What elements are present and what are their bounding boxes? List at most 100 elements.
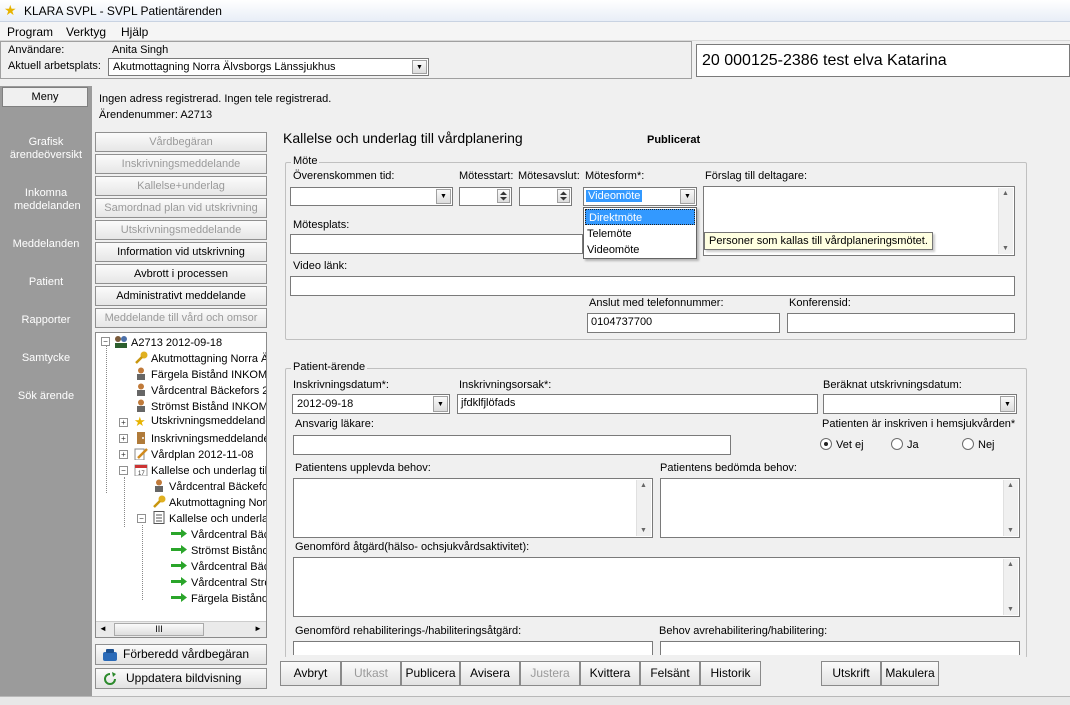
tree-collapse-icon[interactable]: − [101, 337, 110, 346]
menu-verktyg[interactable]: Verktyg [66, 25, 106, 39]
tree-item[interactable]: Strömst Bistånd [170, 543, 266, 557]
participants-scrollbar[interactable]: ▲ ▼ [998, 188, 1013, 254]
tree-item[interactable]: Akutmottagning Norra Äl [134, 351, 266, 365]
nav-rapporter[interactable]: Rapporter [0, 314, 92, 327]
agreed-time-select[interactable]: ▼ [290, 187, 453, 206]
historik-button[interactable]: Historik [700, 661, 761, 686]
discharge-date-select[interactable]: ▼ [823, 394, 1017, 414]
tree-item[interactable]: Vårdcentral Bäckefors 2 [134, 383, 266, 397]
menu-program[interactable]: Program [7, 25, 53, 39]
scroll-right-icon[interactable]: ► [254, 624, 262, 633]
tree-item[interactable]: Färgela Bistånd INKOM [134, 367, 266, 381]
experienced-needs-textarea[interactable]: ▲ ▼ [293, 478, 653, 538]
radio-icon[interactable] [962, 438, 974, 450]
tree-expand-icon[interactable]: + [119, 434, 128, 443]
radio-nej[interactable]: Nej [962, 438, 995, 451]
doctor-input[interactable] [293, 435, 731, 455]
rehab-done-textarea[interactable] [293, 641, 653, 655]
chevron-down-icon[interactable]: ▼ [436, 189, 451, 204]
task-utskrivningsmeddelande[interactable]: Utskrivningsmeddelande [95, 220, 267, 240]
scroll-left-icon[interactable]: ◄ [99, 624, 107, 633]
option-videomote[interactable]: Videomöte [584, 242, 696, 258]
admission-date-select[interactable]: 2012-09-18 ▼ [292, 394, 450, 414]
publicera-button[interactable]: Publicera [401, 661, 460, 686]
uppdatera-bildvisning-button[interactable]: Uppdatera bildvisning [95, 668, 267, 689]
tree-item[interactable]: Vårdcentral Strö [170, 575, 266, 589]
conference-input[interactable] [787, 313, 1015, 333]
option-direktmote[interactable]: Direktmöte [585, 209, 695, 225]
place-input[interactable] [290, 234, 583, 254]
tree-collapse-icon[interactable]: − [137, 514, 146, 523]
nav-sok-arende[interactable]: Sök ärende [0, 390, 92, 403]
nav-samtycke[interactable]: Samtycke [0, 352, 92, 365]
radio-icon[interactable] [891, 438, 903, 450]
makulera-button[interactable]: Makulera [881, 661, 939, 686]
tree-item[interactable]: Kallelse och underla [152, 511, 266, 525]
task-inskrivningsmeddelande[interactable]: Inskrivningsmeddelande [95, 154, 267, 174]
tree-expand-icon[interactable]: + [119, 450, 128, 459]
justera-button[interactable]: Justera [520, 661, 580, 686]
chevron-down-icon[interactable]: ▼ [412, 60, 427, 74]
tree-item[interactable]: Strömst Bistånd INKOM [134, 399, 266, 413]
tree-item[interactable]: Vårdcentral Bäc [170, 559, 266, 573]
scroll-up-icon[interactable]: ▲ [1002, 190, 1009, 197]
spin-icon[interactable] [557, 189, 570, 203]
performed-textarea[interactable]: ▲ ▼ [293, 557, 1020, 617]
utkast-button[interactable]: Utkast [341, 661, 401, 686]
textarea-scrollbar[interactable]: ▲ ▼ [636, 480, 651, 536]
utskrift-button[interactable]: Utskrift [821, 661, 881, 686]
tree-item[interactable]: A2713 2012-09-18 [114, 335, 222, 349]
textarea-scrollbar[interactable]: ▲ ▼ [1003, 480, 1018, 536]
avbryt-button[interactable]: Avbryt [280, 661, 341, 686]
task-avbrott[interactable]: Avbrott i processen [95, 264, 267, 284]
nav-meddelanden[interactable]: Meddelanden [0, 238, 92, 251]
felsant-button[interactable]: Felsänt [640, 661, 700, 686]
scroll-up-icon[interactable]: ▲ [640, 482, 647, 489]
task-administrativt-meddelande[interactable]: Administrativt meddelande [95, 286, 267, 306]
video-link-input[interactable] [290, 276, 1015, 296]
tree-item[interactable]: ★ Utskrivningsmeddelande [134, 415, 266, 428]
tree-item[interactable]: Vårdcentral Bäckefo [152, 479, 266, 493]
radio-vet-ej[interactable]: Vet ej [820, 438, 864, 451]
case-tree[interactable]: − A2713 2012-09-18 Akutmottagning Norra … [95, 332, 267, 638]
scroll-down-icon[interactable]: ▼ [1002, 245, 1009, 252]
tab-meny[interactable]: Meny [2, 87, 88, 107]
chevron-down-icon[interactable]: ▼ [433, 396, 448, 412]
spin-icon[interactable] [497, 189, 510, 203]
menu-hjalp[interactable]: Hjälp [121, 25, 148, 39]
task-samordnad-plan[interactable]: Samordnad plan vid utskrivning [95, 198, 267, 218]
scroll-up-icon[interactable]: ▲ [1007, 482, 1014, 489]
tree-collapse-icon[interactable]: − [119, 466, 128, 475]
tree-item[interactable]: Vårdcentral Bäc [170, 527, 266, 541]
meeting-form-dropdown[interactable]: Direktmöte Telemöte Videomöte [583, 207, 697, 259]
chevron-down-icon[interactable]: ▼ [1000, 396, 1015, 412]
tree-item[interactable]: Inskrivningsmeddelande [134, 431, 266, 445]
tree-expand-icon[interactable]: + [119, 418, 128, 427]
avisera-button[interactable]: Avisera [460, 661, 520, 686]
workplace-select[interactable]: Akutmottagning Norra Älvsborgs Länssjukh… [108, 58, 429, 76]
nav-inkomna-meddelanden[interactable]: Inkomna meddelanden [0, 187, 92, 213]
option-telemote[interactable]: Telemöte [584, 226, 696, 242]
scroll-thumb[interactable]: III [114, 623, 204, 636]
task-vardbegaran[interactable]: Vårdbegäran [95, 132, 267, 152]
radio-selected-icon[interactable] [820, 438, 832, 450]
tree-item[interactable]: 17 Kallelse och underlag till [134, 463, 266, 477]
tree-item[interactable]: Färgela Bistånd [170, 591, 266, 605]
task-meddelande-vard-omsorg[interactable]: Meddelande till vård och omsor [95, 308, 267, 328]
kvittera-button[interactable]: Kvittera [580, 661, 640, 686]
scroll-up-icon[interactable]: ▲ [1007, 561, 1014, 568]
task-information-utskrivning[interactable]: Information vid utskrivning [95, 242, 267, 262]
assessed-needs-textarea[interactable]: ▲ ▼ [660, 478, 1020, 538]
end-time-input[interactable] [519, 187, 572, 206]
scroll-down-icon[interactable]: ▼ [1007, 527, 1014, 534]
meeting-form-select[interactable]: Videomöte ▼ [583, 187, 697, 206]
admission-reason-input[interactable]: jfdklfjlöfads [457, 394, 818, 414]
scroll-down-icon[interactable]: ▼ [640, 527, 647, 534]
textarea-scrollbar[interactable]: ▲ ▼ [1003, 559, 1018, 615]
phone-input[interactable]: 0104737700 [587, 313, 780, 333]
rehab-need-textarea[interactable] [660, 641, 1020, 655]
start-time-input[interactable] [459, 187, 512, 206]
radio-ja[interactable]: Ja [891, 438, 919, 451]
chevron-down-icon[interactable]: ▼ [680, 189, 695, 204]
tree-item[interactable]: Vårdplan 2012-11-08 [134, 447, 254, 461]
